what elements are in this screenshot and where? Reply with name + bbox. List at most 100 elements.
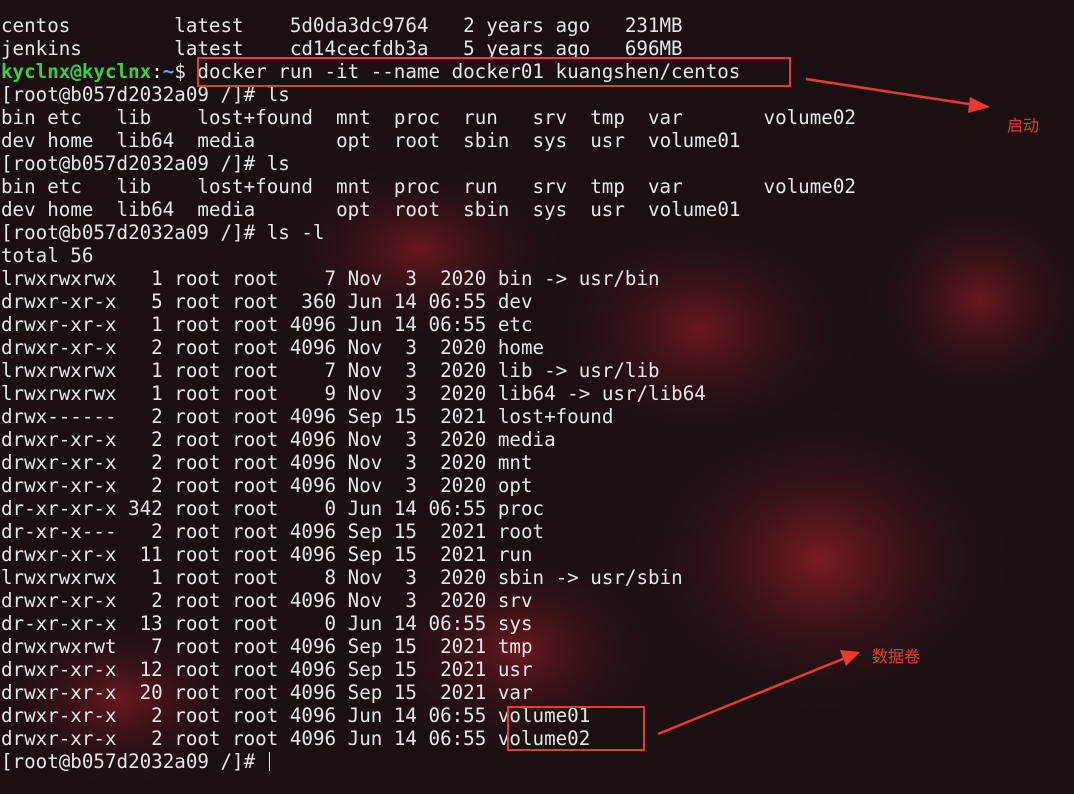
file-links: 2 [116, 336, 175, 359]
file-day: 3 [405, 267, 417, 290]
ls-entry: var [647, 175, 683, 198]
image-size: 231MB [624, 14, 683, 37]
file-month: Sep [347, 635, 383, 658]
file-group: root [232, 612, 279, 635]
file-size: 8 [324, 566, 337, 589]
file-time: 06:55 [428, 290, 487, 313]
listing-row: lrwxrwxrwx 1 root root 7 Nov 3 2020 lib … [1, 359, 1074, 382]
file-month: Nov [347, 451, 383, 474]
file-permissions: lrwxrwxrwx [1, 359, 117, 382]
image-repo: jenkins [1, 37, 82, 60]
image-repo: centos [1, 14, 71, 37]
file-time: 06:55 [428, 727, 487, 750]
file-owner: root [174, 681, 221, 704]
file-month: Nov [347, 589, 383, 612]
file-time: 06:55 [428, 497, 487, 520]
file-time: 2021 [440, 543, 487, 566]
listing-row: drwxr-xr-x 1 root root 4096 Jun 14 06:55… [1, 313, 1074, 336]
file-owner: root [174, 704, 221, 727]
ls-total: total 56 [1, 244, 94, 267]
file-links: 2 [116, 520, 175, 543]
listing-row: dr-xr-xr-x 13 root root 0 Jun 14 06:55 s… [1, 612, 1074, 635]
file-owner: root [174, 658, 221, 681]
ls-entry: opt [336, 198, 371, 221]
file-permissions: drwxr-xr-x [1, 290, 117, 313]
ls-entry: sys [532, 198, 568, 221]
ls-entry: proc [393, 175, 441, 198]
file-owner: root [174, 359, 221, 382]
file-group: root [232, 474, 279, 497]
image-id: 5d0da3dc9764 [289, 14, 429, 37]
ls-entry: opt [336, 129, 371, 152]
ls-output-row: bin etc lib lost+found mnt proc run srv … [1, 106, 1074, 129]
container-prompt-line: [root@b057d2032a09 /]# ls -l [1, 221, 1074, 244]
ls-output-row: bin etc lib lost+found mnt proc run srv … [1, 175, 1074, 198]
ls-entry: media [197, 129, 256, 152]
ls-entry: dev [1, 129, 36, 152]
ls-entry: home [47, 198, 94, 221]
file-name: media [497, 428, 556, 451]
file-group: root [232, 313, 279, 336]
ls-entry: root [393, 198, 441, 221]
file-day: 3 [405, 451, 417, 474]
file-links: 2 [116, 405, 175, 428]
ls-entry: var [647, 106, 683, 129]
ls-entry: bin [1, 175, 36, 198]
listing-row: lrwxrwxrwx 1 root root 7 Nov 3 2020 bin … [1, 267, 1074, 290]
ls-entry: home [47, 129, 94, 152]
volume-annotation-label: 数据卷 [872, 647, 921, 666]
file-month: Sep [347, 520, 383, 543]
prompt-separator: : [151, 60, 163, 83]
ls-entry: usr [590, 129, 625, 152]
file-time: 2021 [440, 658, 487, 681]
file-group: root [232, 382, 279, 405]
ls-entry: tmp [590, 175, 625, 198]
file-group: root [232, 497, 279, 520]
ls-entry: lib64 [116, 198, 175, 221]
file-links: 1 [116, 359, 175, 382]
file-day: 14 [393, 612, 417, 635]
file-time: 06:55 [428, 704, 487, 727]
file-time: 2020 [440, 267, 487, 290]
file-day: 14 [393, 290, 417, 313]
ls-entry: etc [47, 175, 82, 198]
file-links: 2 [116, 704, 175, 727]
ls-entry: sys [532, 129, 568, 152]
file-month: Nov [347, 267, 383, 290]
file-owner: root [174, 497, 221, 520]
file-links: 1 [116, 313, 175, 336]
file-group: root [232, 589, 279, 612]
container-prompt: [root@b057d2032a09 /]# [1, 152, 267, 175]
file-name: etc [497, 313, 533, 336]
listing-row: lrwxrwxrwx 1 root root 9 Nov 3 2020 lib6… [1, 382, 1074, 405]
file-owner: root [174, 474, 221, 497]
file-time: 2020 [440, 589, 487, 612]
file-group: root [232, 290, 279, 313]
file-time: 2020 [440, 566, 487, 589]
file-group: root [232, 727, 279, 750]
container-prompt: [root@b057d2032a09 /]# [1, 221, 267, 244]
file-month: Nov [347, 474, 383, 497]
file-name: proc [497, 497, 545, 520]
file-links: 11 [116, 543, 175, 566]
file-size: 4096 [289, 405, 337, 428]
file-owner: root [174, 382, 221, 405]
file-links: 1 [116, 382, 175, 405]
ls-entry: sbin [463, 198, 510, 221]
volume-dirs-highlight [507, 706, 645, 751]
listing-row: drwxr-xr-x 5 root root 360 Jun 14 06:55 … [1, 290, 1074, 313]
file-day: 14 [393, 727, 417, 750]
container-prompt-line: [root@b057d2032a09 /]# [1, 750, 1074, 773]
file-day: 15 [393, 405, 417, 428]
file-name: sys [497, 612, 533, 635]
file-month: Sep [347, 658, 383, 681]
file-size: 4096 [289, 635, 337, 658]
file-permissions: drwxr-xr-x [1, 428, 117, 451]
file-permissions: drwxr-xr-x [1, 451, 117, 474]
listing-row: drwxr-xr-x 2 root root 4096 Nov 3 2020 m… [1, 451, 1074, 474]
file-links: 342 [116, 497, 175, 520]
file-time: 2020 [440, 474, 487, 497]
file-size: 4096 [289, 451, 337, 474]
file-owner: root [174, 589, 221, 612]
ls-entry: sbin [463, 129, 510, 152]
